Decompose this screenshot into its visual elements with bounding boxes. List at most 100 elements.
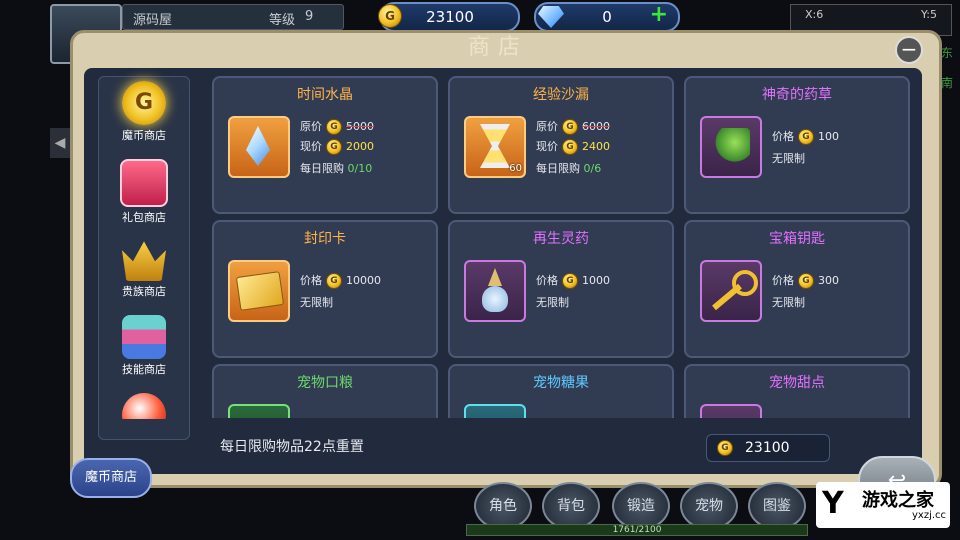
pet-candy-icon	[464, 404, 526, 418]
price-value: 1000	[582, 274, 610, 287]
diamond-value: 0	[602, 8, 612, 26]
limit-text: 无限制	[300, 296, 333, 309]
gold-coin-icon: G	[326, 273, 342, 289]
item-name: 封印卡	[304, 231, 346, 247]
nav-label: 宠物	[695, 498, 723, 514]
shop-item-chest-key[interactable]: 宝箱钥匙 价格 G 300 无限制	[684, 220, 910, 358]
watermark-logo-icon: Y	[822, 486, 844, 521]
crystal-icon	[228, 116, 290, 178]
exp-text: 1761/2100	[612, 525, 662, 535]
price-value: 2000	[346, 140, 374, 153]
current-price: 现价 G 2000	[300, 138, 374, 155]
shop-item-seal-card[interactable]: 封印卡 价格 G 10000 无限制	[212, 220, 438, 358]
gold-coin-icon: G	[326, 119, 342, 135]
gold-value: 23100	[426, 8, 474, 26]
current-price: 现价 G 2400	[536, 138, 610, 155]
shop-item-pet-candy[interactable]: 宠物糖果	[448, 364, 674, 418]
price-value: 10000	[346, 274, 381, 287]
shop-item-time-crystal[interactable]: 时间水晶 原价 G 5000 现价 G 2000 每日限购 0/10	[212, 76, 438, 214]
shop-item-pet-food[interactable]: 宠物口粮	[212, 364, 438, 418]
balance-value: 23100	[745, 440, 790, 456]
shop-item-magic-herb[interactable]: 神奇的药草 价格 G 100 无限制	[684, 76, 910, 214]
direction-hint: 东 南	[936, 38, 958, 98]
diamond-icon	[538, 6, 564, 28]
gold-coin-icon: G	[562, 139, 578, 155]
item-name: 神奇的药草	[762, 87, 832, 103]
seal-card-icon	[228, 260, 290, 322]
nav-character[interactable]: 角色	[474, 482, 532, 530]
nav-codex[interactable]: 图鉴	[748, 482, 806, 530]
original-price: 原价 G 5000	[300, 118, 374, 135]
nav-label: 锻造	[627, 498, 655, 514]
gold-coin-icon: G	[378, 4, 402, 28]
shop-item-regen-potion[interactable]: 再生灵药 价格 G 1000 无限制	[448, 220, 674, 358]
price: 价格 G 100	[772, 128, 839, 145]
gift-box-icon	[120, 159, 168, 207]
price-label: 价格	[772, 130, 794, 143]
direction-east: 东	[940, 46, 953, 60]
category-sidebar: G 魔币商店 礼包商店 贵族商店 技能商店	[98, 76, 190, 440]
gold-coin-icon: G	[122, 81, 166, 125]
daily-limit: 每日限购 0/10	[300, 160, 372, 176]
nav-forge[interactable]: 锻造	[612, 482, 670, 530]
price-label: 价格	[300, 274, 322, 287]
left-arrow-icon[interactable]: ◀	[50, 128, 70, 158]
exp-bar: 1761/2100	[466, 524, 808, 536]
close-button[interactable]: −	[895, 36, 923, 64]
category-skill-shop[interactable]: 技能商店	[99, 315, 189, 389]
gold-coin-icon: G	[798, 273, 814, 289]
item-name: 宝箱钥匙	[769, 231, 825, 247]
price-value: 2400	[582, 140, 610, 153]
orb-icon	[122, 393, 166, 419]
nav-label: 背包	[557, 498, 585, 514]
price: 价格 G 10000	[300, 272, 381, 289]
category-label: 贵族商店	[122, 285, 166, 298]
add-diamond-button[interactable]: +	[650, 2, 668, 28]
limit-text: 无限制	[772, 296, 805, 309]
price: 价格 G 1000	[536, 272, 610, 289]
key-icon	[700, 260, 762, 322]
gold-counter: G 23100	[378, 2, 520, 32]
watermark-url: yxzj.cc	[912, 510, 947, 521]
item-name: 再生灵药	[533, 231, 589, 247]
gold-coin-icon: G	[562, 273, 578, 289]
category-noble-shop[interactable]: 贵族商店	[99, 237, 189, 311]
item-name: 宠物糖果	[533, 375, 589, 391]
pet-food-icon	[228, 404, 290, 418]
nav-pet[interactable]: 宠物	[680, 482, 738, 530]
category-more[interactable]	[99, 389, 189, 419]
price-label: 现价	[536, 140, 558, 153]
price-label: 价格	[772, 274, 794, 287]
price-label: 原价	[536, 120, 558, 133]
shop-item-pet-dessert[interactable]: 宠物甜点	[684, 364, 910, 418]
herb-icon	[700, 116, 762, 178]
pet-dessert-icon	[700, 404, 762, 418]
gold-coin-icon: G	[562, 119, 578, 135]
limit-text: 无限制	[772, 152, 805, 165]
gold-coin-icon: G	[798, 129, 814, 145]
map-y: Y:5	[921, 8, 937, 21]
limit-label: 每日限购	[300, 162, 344, 175]
limit-value: 0/6	[583, 162, 602, 175]
shop-item-exp-hourglass[interactable]: 经验沙漏 60 原价 G 6000 现价 G 2400 每日限购 0/6	[448, 76, 674, 214]
item-count: 60	[509, 163, 522, 174]
price-value: 300	[818, 274, 839, 287]
item-name: 宠物甜点	[769, 375, 825, 391]
price-value: 5000	[346, 120, 374, 133]
price-value: 100	[818, 130, 839, 143]
nav-bag[interactable]: 背包	[542, 482, 600, 530]
category-gift-shop[interactable]: 礼包商店	[99, 159, 189, 233]
site-watermark: Y 游戏之家 yxzj.cc	[816, 482, 950, 528]
item-grid: 时间水晶 原价 G 5000 现价 G 2000 每日限购 0/10 经验沙漏 60 原…	[198, 72, 918, 418]
gold-balance: G 23100	[706, 434, 830, 462]
category-label: 技能商店	[122, 363, 166, 376]
item-name: 时间水晶	[297, 87, 353, 103]
nav-label: 角色	[489, 498, 517, 514]
category-gold-shop[interactable]: G 魔币商店	[99, 81, 189, 155]
watermark-name: 游戏之家	[862, 490, 934, 511]
level-label: 等级	[269, 13, 296, 28]
price-label: 现价	[300, 140, 322, 153]
player-info-bar: 源码屋 等级 9	[122, 4, 344, 30]
tab-gold-shop[interactable]: 魔币商店	[70, 458, 152, 498]
daily-limit: 每日限购 0/6	[536, 160, 601, 176]
